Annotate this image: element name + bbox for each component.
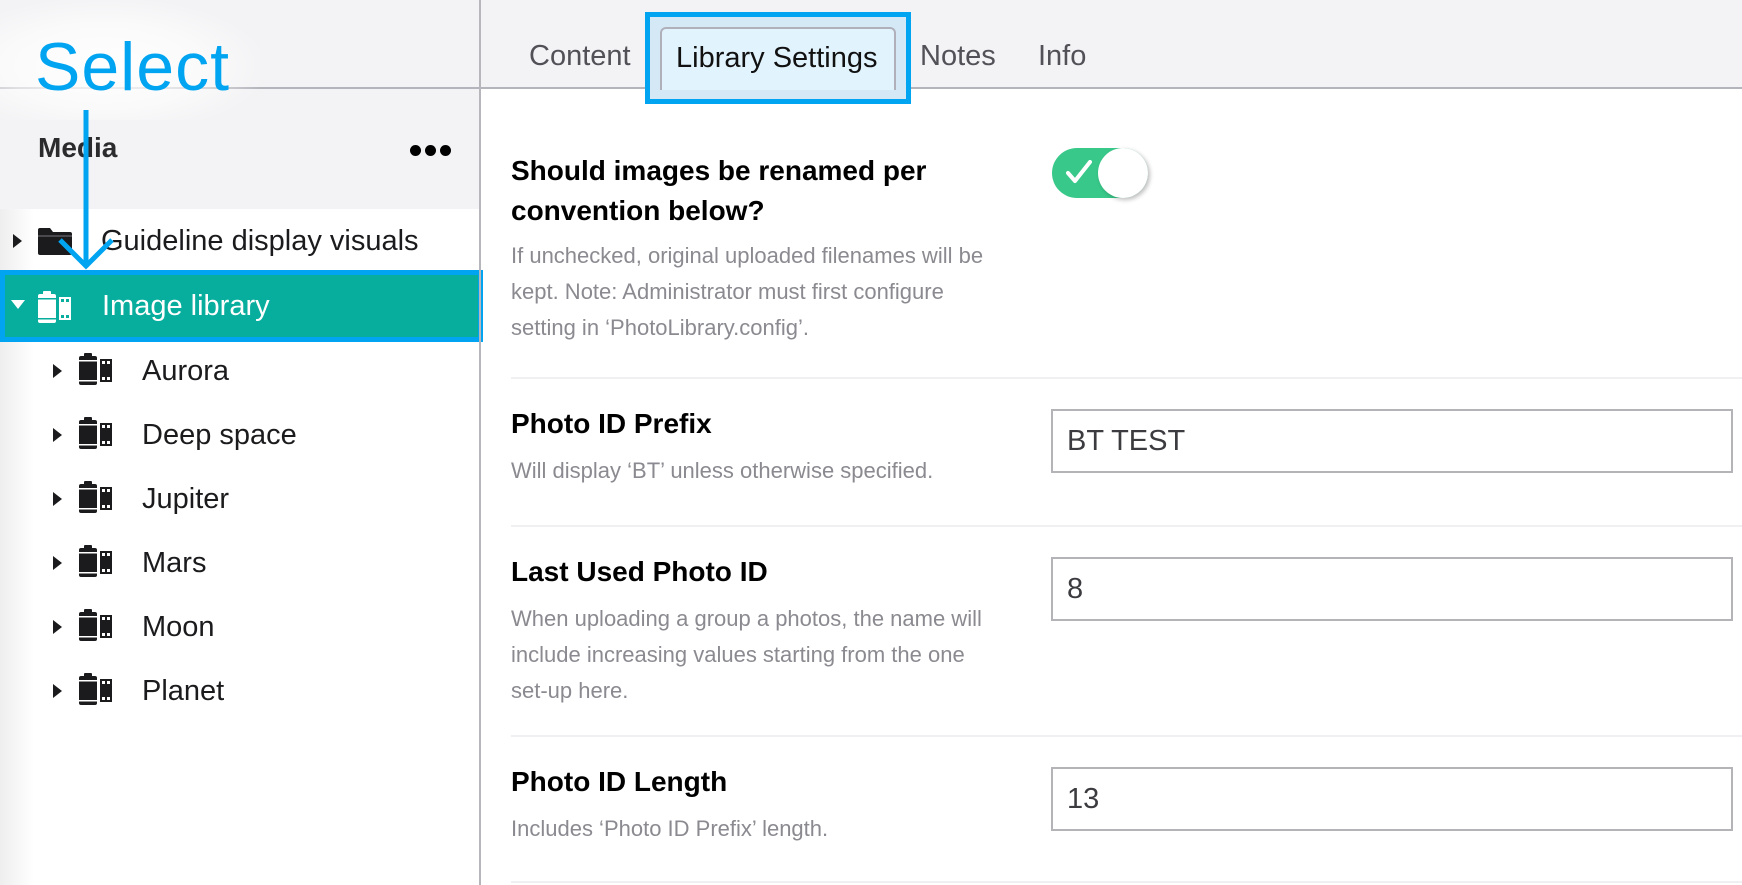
rename-toggle[interactable]	[1052, 148, 1148, 198]
setting-desc-rename: If unchecked, original uploaded filename…	[511, 238, 1031, 346]
setting-desc-last-used: When uploading a group a photos, the nam…	[511, 601, 1031, 709]
setting-desc-line: include increasing values starting from …	[511, 642, 965, 667]
film-roll-icon	[79, 609, 112, 641]
more-options-button[interactable]	[410, 140, 456, 160]
setting-desc-line: set-up here.	[511, 678, 629, 703]
tree-item-label: Aurora	[142, 354, 230, 387]
setting-desc-line: When uploading a group a photos, the nam…	[511, 606, 982, 631]
caret-right-icon[interactable]	[53, 364, 62, 378]
tree-item-label: Moon	[142, 610, 215, 643]
setting-title-prefix: Photo ID Prefix	[511, 408, 712, 439]
setting-title-line: Should images be renamed per	[511, 155, 927, 186]
setting-desc-line: If unchecked, original uploaded filename…	[511, 243, 984, 268]
setting-title-rename: Should images be renamed per convention …	[511, 151, 926, 231]
section-divider	[511, 881, 1742, 883]
tree-item-moon[interactable]: Moon	[0, 595, 480, 659]
film-roll-icon	[79, 353, 112, 385]
tab-notes[interactable]: Notes	[920, 40, 996, 73]
photo-id-prefix-input[interactable]: BT TEST	[1051, 409, 1733, 473]
tree-item-aurora[interactable]: Aurora	[0, 339, 480, 403]
tree-item-mars[interactable]: Mars	[0, 531, 480, 595]
caret-right-icon[interactable]	[53, 684, 62, 698]
setting-desc-line: kept. Note: Administrator must first con…	[511, 279, 944, 304]
tree-item-planet[interactable]: Planet	[0, 659, 480, 723]
tree-item-label: Planet	[142, 674, 225, 707]
tab-info[interactable]: Info	[1038, 40, 1086, 73]
section-divider	[511, 735, 1742, 737]
section-divider	[511, 377, 1742, 379]
photo-id-length-input[interactable]: 13	[1051, 767, 1733, 831]
more-dot	[425, 144, 436, 156]
setting-title-last-used: Last Used Photo ID	[511, 556, 768, 587]
tree-item-deep-space[interactable]: Deep space	[0, 403, 480, 467]
sidebar-divider[interactable]	[479, 0, 481, 885]
tab-content[interactable]: Content	[529, 40, 631, 73]
tree-item-label: Mars	[142, 546, 207, 579]
last-used-photo-id-input[interactable]: 8	[1051, 557, 1733, 621]
film-roll-icon	[79, 481, 112, 513]
setting-desc-line: setting in ‘PhotoLibrary.config’.	[511, 315, 809, 340]
caret-down-icon[interactable]	[11, 300, 25, 309]
tree-item-image-library[interactable]: Image library	[0, 270, 483, 342]
caret-right-icon[interactable]	[53, 492, 62, 506]
setting-title-length: Photo ID Length	[511, 766, 728, 797]
tree-item-label: Deep space	[142, 418, 297, 451]
caret-right-icon[interactable]	[53, 620, 62, 634]
tree-item-jupiter[interactable]: Jupiter	[0, 467, 480, 531]
tree-item-label: Image library	[102, 289, 270, 322]
film-roll-icon	[38, 291, 71, 323]
setting-desc-length: Includes ‘Photo ID Prefix’ length.	[511, 816, 829, 841]
setting-desc-prefix: Will display ‘BT’ unless otherwise speci…	[511, 458, 934, 483]
film-roll-icon	[79, 545, 112, 577]
tree-item-label: Jupiter	[142, 482, 230, 515]
more-dot	[440, 144, 451, 156]
film-roll-icon	[79, 673, 112, 705]
tree-item-label: Guideline display visuals	[101, 224, 419, 257]
toggle-knob[interactable]	[1098, 148, 1148, 198]
setting-title-line: convention below?	[511, 195, 765, 226]
annotation-arrow-icon	[58, 110, 114, 270]
more-horizontal-icon	[410, 144, 421, 156]
tab-library-settings-label[interactable]: Library Settings	[676, 42, 878, 75]
caret-right-icon[interactable]	[53, 556, 62, 570]
check-icon	[1066, 160, 1092, 183]
caret-right-icon[interactable]	[53, 428, 62, 442]
section-divider	[511, 525, 1742, 527]
film-roll-icon	[79, 417, 112, 449]
